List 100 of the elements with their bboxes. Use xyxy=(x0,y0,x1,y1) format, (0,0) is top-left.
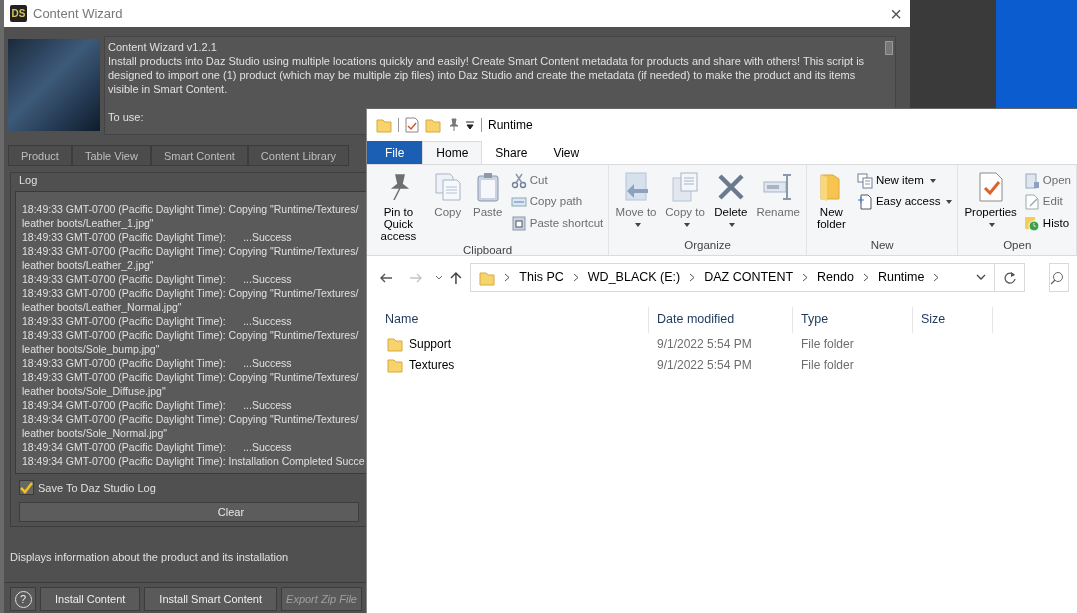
ribbon-tab[interactable]: Home xyxy=(422,141,483,164)
file-name[interactable]: Textures xyxy=(377,355,649,374)
tab[interactable]: Table View xyxy=(71,145,151,166)
log-line: 18:49:33 GMT-0700 (Pacific Daylight Time): ...Success xyxy=(22,271,292,286)
checkbox-label: Save To Daz Studio Log xyxy=(38,480,156,496)
ribbon-button[interactable]: Delete xyxy=(710,169,752,237)
caret-icon xyxy=(989,222,996,227)
app-logo: DS xyxy=(10,5,27,22)
chevron-icon xyxy=(572,273,579,282)
open-icon xyxy=(1023,172,1040,189)
log-line: 18:49:33 GMT-0700 (Pacific Daylight Time): ...Success xyxy=(22,355,292,370)
chevron-icon xyxy=(802,273,809,282)
ribbon-tab[interactable]: View xyxy=(540,141,593,164)
log-line: 18:49:33 GMT-0700 (Pacific Daylight Time): Copying "Runtime/Textures/ xyxy=(22,369,359,384)
dropdown-icon xyxy=(434,275,443,280)
log-line: 18:49:33 GMT-0700 (Pacific Daylight Time): Copying "Runtime/Textures/ xyxy=(22,201,359,216)
column-header[interactable]: Name xyxy=(377,307,649,333)
properties-icon xyxy=(405,117,419,133)
ribbon-button[interactable]: Properties xyxy=(961,169,1020,237)
checkbox[interactable] xyxy=(19,480,34,496)
log-line: 18:49:33 GMT-0700 (Pacific Daylight Time): Copying "Runtime/Textures/ xyxy=(22,285,359,300)
log-line: 18:49:33 GMT-0700 (Pacific Daylight Time): ...Success xyxy=(22,313,292,328)
scrollbar-thumb[interactable] xyxy=(885,41,893,55)
window-title: Content Wizard xyxy=(33,4,123,23)
ribbon-tab[interactable]: Share xyxy=(482,141,541,164)
ribbon-tab[interactable]: File xyxy=(367,141,423,164)
folder-icon xyxy=(387,356,403,373)
shortcut-icon xyxy=(510,215,527,232)
column-header[interactable]: Size xyxy=(913,307,993,333)
address-bar[interactable]: This PC WD_BLACK (E:) DAZ CONTENT Rendo Runtime xyxy=(470,263,996,292)
info-text: Displays information about the product and its installation xyxy=(10,550,290,565)
log-line: 18:49:34 GMT-0700 (Pacific Daylight Time): Installation Completed Succe xyxy=(22,453,365,468)
caret-icon xyxy=(929,178,936,183)
description-text: To use: xyxy=(108,110,145,124)
type-cell-text: File folder xyxy=(800,335,855,353)
log-line: 18:49:33 GMT-0700 (Pacific Daylight Time): ...Success xyxy=(22,229,292,244)
new-item-icon xyxy=(856,172,873,189)
window-title: Runtime xyxy=(488,117,533,134)
description-title: Content Wizard v1.2.1 xyxy=(108,40,218,54)
chevron-icon xyxy=(689,273,696,282)
caret-icon xyxy=(729,222,736,227)
dropdown-icon xyxy=(976,274,987,281)
action-button[interactable]: Install Content xyxy=(40,587,141,611)
folder-icon xyxy=(376,117,392,133)
folder-icon xyxy=(425,117,441,133)
refresh-button[interactable] xyxy=(995,263,1025,292)
ribbon-button[interactable]: New folder xyxy=(809,169,853,237)
log-line: leather boots/Sole_Diffuse.jpg" xyxy=(22,383,166,398)
type-cell-text: File folder xyxy=(800,356,855,374)
group-title: Log xyxy=(19,173,38,188)
page-icon xyxy=(856,193,873,210)
date-cell-text: 9/1/2022 5:54 PM xyxy=(656,335,753,353)
description-text: Install products into Daz Studio using multiple locations quickly and easily! Create Smart Content metadata for products and share with others! This script is designed to import one (1) product (which may be multiple zip files) into Daz Studio and create the metadata (if needed) to make the product and its items visible in Smart Content. xyxy=(108,54,866,96)
search-field[interactable] xyxy=(1049,263,1069,292)
group-label: New xyxy=(869,238,895,253)
edit-icon xyxy=(1023,193,1040,210)
group-label: Organize xyxy=(683,238,732,253)
log-line: leather boots/Sole_bump.jpg" xyxy=(22,341,160,356)
up-arrow-icon xyxy=(450,270,463,285)
breadcrumb[interactable]: DAZ CONTENT xyxy=(704,268,794,287)
tab[interactable]: Content Library xyxy=(247,145,350,166)
close-button[interactable]: × xyxy=(882,2,910,25)
date-cell-text: 9/1/2022 5:54 PM xyxy=(656,356,753,374)
history-icon xyxy=(1023,215,1040,232)
search-icon xyxy=(1050,270,1064,285)
dropdown-icon xyxy=(465,120,475,130)
tab[interactable]: Smart Content xyxy=(150,145,248,166)
left-arrow-icon xyxy=(378,272,393,285)
column-header[interactable]: Date modified xyxy=(649,307,793,333)
file-name[interactable]: Support xyxy=(377,334,649,353)
breadcrumb[interactable]: Rendo xyxy=(817,268,854,287)
ribbon-button[interactable]: Histo xyxy=(1021,214,1073,232)
tab[interactable]: Product xyxy=(8,145,72,166)
chevron-icon xyxy=(862,273,869,282)
pin-icon xyxy=(447,118,459,132)
log-line: leather boots/Sole_Normal.jpg" xyxy=(22,425,167,440)
caret-icon xyxy=(634,222,641,227)
log-line: 18:49:33 GMT-0700 (Pacific Daylight Time): Copying "Runtime/Textures/ xyxy=(22,327,359,342)
log-line: 18:49:34 GMT-0700 (Pacific Daylight Time): Copying "Runtime/Textures/ xyxy=(22,411,359,426)
clear-button[interactable]: Clear xyxy=(19,502,359,522)
folder-icon xyxy=(479,269,496,286)
caret-icon xyxy=(683,222,690,227)
breadcrumb[interactable]: WD_BLACK (E:) xyxy=(587,268,681,287)
ribbon-button[interactable]: Pin to Quick access xyxy=(370,169,427,242)
group-label: Clipboard xyxy=(462,243,514,258)
action-button[interactable]: Install Smart Content xyxy=(144,587,278,611)
breadcrumb[interactable]: This PC xyxy=(519,268,564,287)
help-button[interactable]: ? xyxy=(10,587,36,611)
breadcrumb[interactable]: Runtime xyxy=(877,268,925,287)
group-label: Open xyxy=(1002,238,1033,253)
caret-icon xyxy=(946,199,953,204)
ribbon-button[interactable]: Easy access xyxy=(854,193,955,211)
log-line: 18:49:34 GMT-0700 (Pacific Daylight Time): ...Success xyxy=(22,439,292,454)
log-line: leather boots/Leather_Normal.jpg" xyxy=(22,299,182,314)
column-header[interactable]: Type xyxy=(793,307,913,333)
chevron-icon xyxy=(933,273,940,282)
ribbon-button[interactable]: New item xyxy=(854,172,955,190)
refresh-icon xyxy=(1002,270,1017,285)
log-line: 18:49:33 GMT-0700 (Pacific Daylight Time): Copying "Runtime/Textures/ xyxy=(22,243,359,258)
log-line: 18:49:34 GMT-0700 (Pacific Daylight Time): ...Success xyxy=(22,397,292,412)
